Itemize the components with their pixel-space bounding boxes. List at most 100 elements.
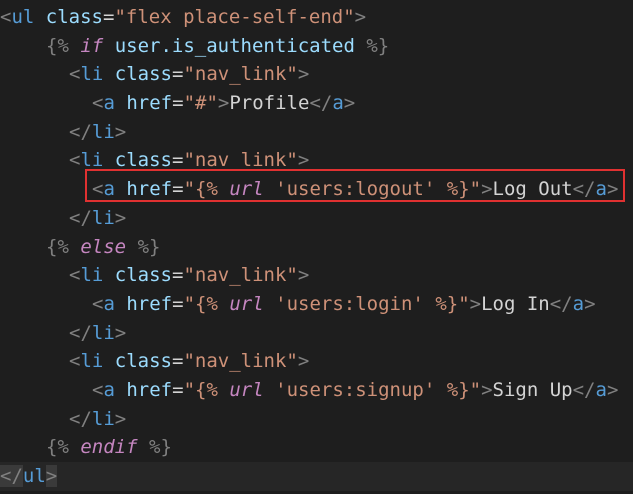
angle-bracket: < — [69, 350, 81, 373]
code-line-a-logout[interactable]: <a href="{% url 'users:logout' %}">Log O… — [0, 175, 633, 204]
code-line-a-signup[interactable]: <a href="{% url 'users:signup' %}">Sign … — [0, 376, 633, 405]
attribute-value: "nav_link" — [183, 264, 298, 287]
code-line-li-signup-open[interactable]: <li class="nav_link"> — [0, 347, 633, 376]
link-text: Sign Up — [492, 378, 573, 401]
attribute-name: class — [114, 264, 172, 287]
tag-name: li — [80, 63, 104, 86]
angle-bracket: > — [354, 6, 367, 28]
tag-name: a — [332, 92, 344, 115]
equals: = — [172, 149, 184, 172]
tag-name: a — [572, 292, 585, 315]
template-keyword: else — [80, 235, 127, 258]
tag-name: a — [103, 178, 115, 201]
angle-bracket: > — [606, 178, 619, 201]
code-line-li-logout-open[interactable]: <li class="nav_link"> — [0, 146, 633, 175]
link-text: Log Out — [492, 178, 573, 201]
url-name-string: 'users:login' — [275, 292, 424, 315]
url-name-string: 'users:signup' — [275, 378, 436, 401]
tag-name: li — [80, 264, 104, 287]
code-line-ul-open[interactable]: <ul class="flex place-self-end"> — [0, 3, 633, 32]
equals: = — [172, 378, 184, 401]
tag-name: li — [91, 321, 115, 344]
angle-bracket: > — [297, 350, 310, 373]
tag-name: a — [595, 378, 607, 401]
equals: = — [172, 292, 184, 315]
code-line-if-auth[interactable]: {% if user.is_authenticated %} — [0, 32, 633, 61]
angle-bracket: > — [114, 321, 127, 344]
tag-name: ul — [22, 465, 46, 487]
angle-bracket: > — [343, 92, 356, 115]
code-line-li-logout-close[interactable]: </li> — [0, 204, 633, 233]
template-keyword: url — [229, 178, 264, 201]
equals: = — [103, 6, 115, 28]
angle-bracket: </ — [69, 120, 92, 143]
link-text: Profile — [229, 92, 310, 115]
attribute-name: href — [126, 92, 173, 115]
tag-name: li — [91, 206, 115, 229]
template-delimiter: %}" — [435, 292, 470, 315]
equals: = — [172, 92, 184, 115]
tag-name: a — [595, 178, 607, 201]
code-line-li-profile-close[interactable]: </li> — [0, 118, 633, 147]
url-name-string: 'users:logout' — [275, 178, 436, 201]
angle-bracket: </ — [549, 292, 573, 315]
code-line-a-profile[interactable]: <a href="#">Profile</a> — [0, 89, 633, 118]
code-line-a-login[interactable]: <a href="{% url 'users:login' %}">Log In… — [0, 290, 633, 319]
attribute-name: href — [126, 292, 173, 315]
code-line-li-login-open[interactable]: <li class="nav_link"> — [0, 261, 633, 290]
angle-bracket: </ — [69, 206, 92, 229]
template-keyword: url — [229, 378, 264, 401]
attribute-name: href — [126, 378, 173, 401]
tag-name: li — [91, 407, 115, 430]
template-delimiter: %} — [137, 235, 161, 258]
angle-bracket: > — [114, 206, 127, 229]
code-line-li-login-close[interactable]: </li> — [0, 319, 633, 348]
code-line-li-signup-close[interactable]: </li> — [0, 405, 633, 434]
angle-bracket: > — [45, 465, 58, 487]
angle-bracket: < — [92, 378, 104, 401]
angle-bracket: > — [481, 178, 493, 201]
angle-bracket: > — [297, 264, 310, 287]
template-delimiter: "{% — [183, 178, 218, 201]
tag-name: a — [103, 292, 115, 315]
template-delimiter: {% — [46, 436, 69, 459]
template-delimiter: {% — [46, 34, 69, 57]
attribute-name: class — [114, 63, 172, 86]
code-line-ul-close[interactable]: </ul> — [0, 462, 633, 491]
link-text: Log In — [481, 292, 550, 315]
angle-bracket: < — [69, 63, 81, 86]
template-delimiter: %}" — [446, 178, 482, 201]
angle-bracket: > — [297, 63, 310, 86]
template-delimiter: %} — [366, 34, 390, 57]
attribute-name: class — [114, 350, 172, 373]
code-line-endif[interactable]: {% endif %} — [0, 433, 633, 462]
angle-bracket: < — [69, 264, 81, 287]
code-line-li-profile-open[interactable]: <li class="nav_link"> — [0, 60, 633, 89]
code-editor[interactable]: <ul class="flex place-self-end"> {% if u… — [0, 0, 633, 494]
code-line-else[interactable]: {% else %} — [0, 233, 633, 262]
tag-name: ul — [11, 6, 35, 28]
attribute-value: "nav_link" — [183, 149, 298, 172]
angle-bracket: </ — [69, 407, 92, 430]
attribute-value: "#" — [183, 92, 218, 115]
tag-name: a — [103, 378, 115, 401]
attribute-value: "nav_link" — [183, 63, 298, 86]
